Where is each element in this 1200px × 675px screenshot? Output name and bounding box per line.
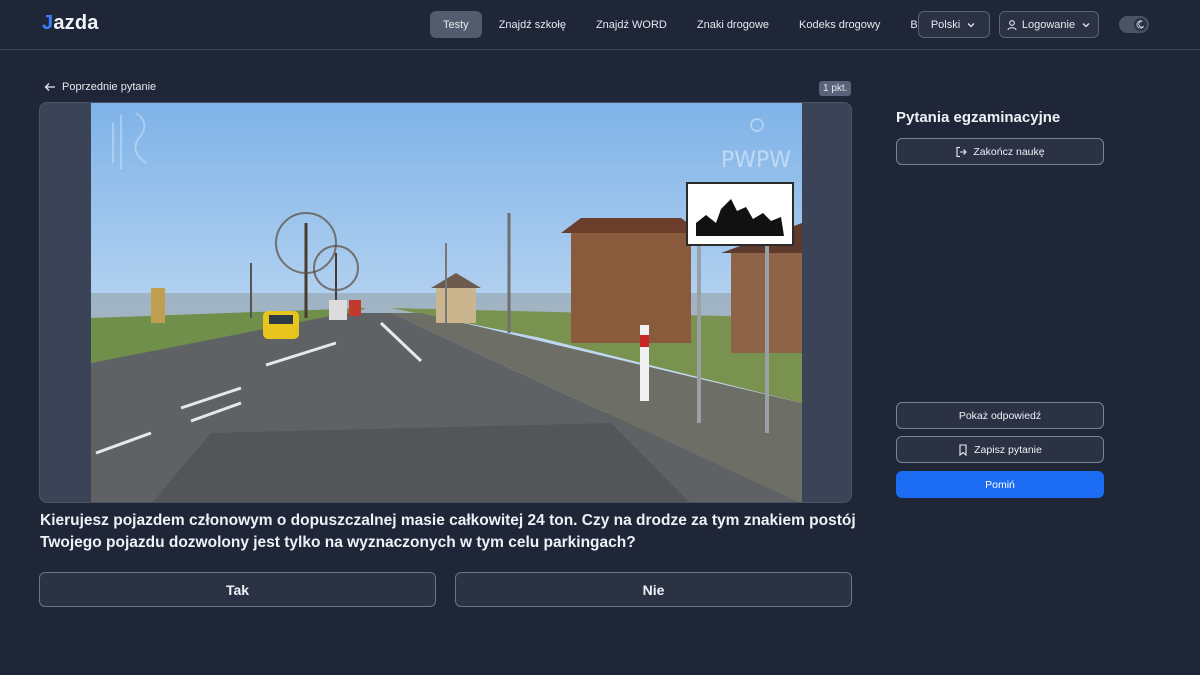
image-watermark: PWPW xyxy=(721,148,791,173)
login-button[interactable]: Logowanie xyxy=(999,11,1099,38)
nav-item-highway-code[interactable]: Kodeks drogowy xyxy=(786,11,893,38)
moon-icon xyxy=(1136,20,1145,29)
nav-item-testy[interactable]: Testy xyxy=(430,11,482,38)
login-label: Logowanie xyxy=(1021,18,1076,31)
nav-item-find-school[interactable]: Znajdź szkołę xyxy=(486,11,579,38)
finish-learning-label: Zakończ naukę xyxy=(973,145,1045,158)
question-media: PWPW xyxy=(39,102,852,503)
logo-text: azda xyxy=(53,12,99,34)
user-icon xyxy=(1007,19,1017,30)
answer-yes-button[interactable]: Tak xyxy=(39,572,436,607)
chevron-down-icon xyxy=(967,22,975,27)
main-nav: Testy Znajdź szkołę Znajdź WORD Znaki dr… xyxy=(430,11,949,38)
question-text: Kierujesz pojazdem członowym o dopuszcza… xyxy=(40,512,856,551)
sidebar-title: Pytania egzaminacyjne xyxy=(896,109,1061,126)
finish-learning-button[interactable]: Zakończ naukę xyxy=(896,138,1104,165)
points-badge: 1 pkt. xyxy=(819,81,852,96)
logo-letter: J xyxy=(42,12,54,34)
top-navigation-bar: Jazda Testy Znajdź szkołę Znajdź WORD Zn… xyxy=(0,0,1200,50)
road-scene-image: PWPW xyxy=(91,103,802,502)
logout-icon xyxy=(956,146,968,157)
previous-question-link[interactable]: Poprzednie pytanie xyxy=(44,81,156,93)
bookmark-icon xyxy=(959,443,967,456)
save-question-button[interactable]: Zapisz pytanie xyxy=(896,436,1104,463)
nav-item-road-signs[interactable]: Znaki drogowe xyxy=(684,11,782,38)
theme-toggle[interactable] xyxy=(1119,16,1149,33)
arrow-left-icon xyxy=(44,83,55,91)
language-select[interactable]: Polski xyxy=(918,11,990,38)
skip-button[interactable]: Pomiń xyxy=(896,471,1104,498)
save-question-label: Zapisz pytanie xyxy=(974,443,1042,456)
language-label: Polski xyxy=(930,18,961,31)
previous-question-label: Poprzednie pytanie xyxy=(62,81,157,93)
nav-item-find-word[interactable]: Znajdź WORD xyxy=(583,11,680,38)
chevron-down-icon xyxy=(1082,22,1090,27)
show-answer-button[interactable]: Pokaż odpowiedź xyxy=(896,402,1104,429)
app-logo[interactable]: Jazda xyxy=(42,12,99,35)
toggle-knob xyxy=(1134,18,1147,31)
answer-no-button[interactable]: Nie xyxy=(455,572,852,607)
